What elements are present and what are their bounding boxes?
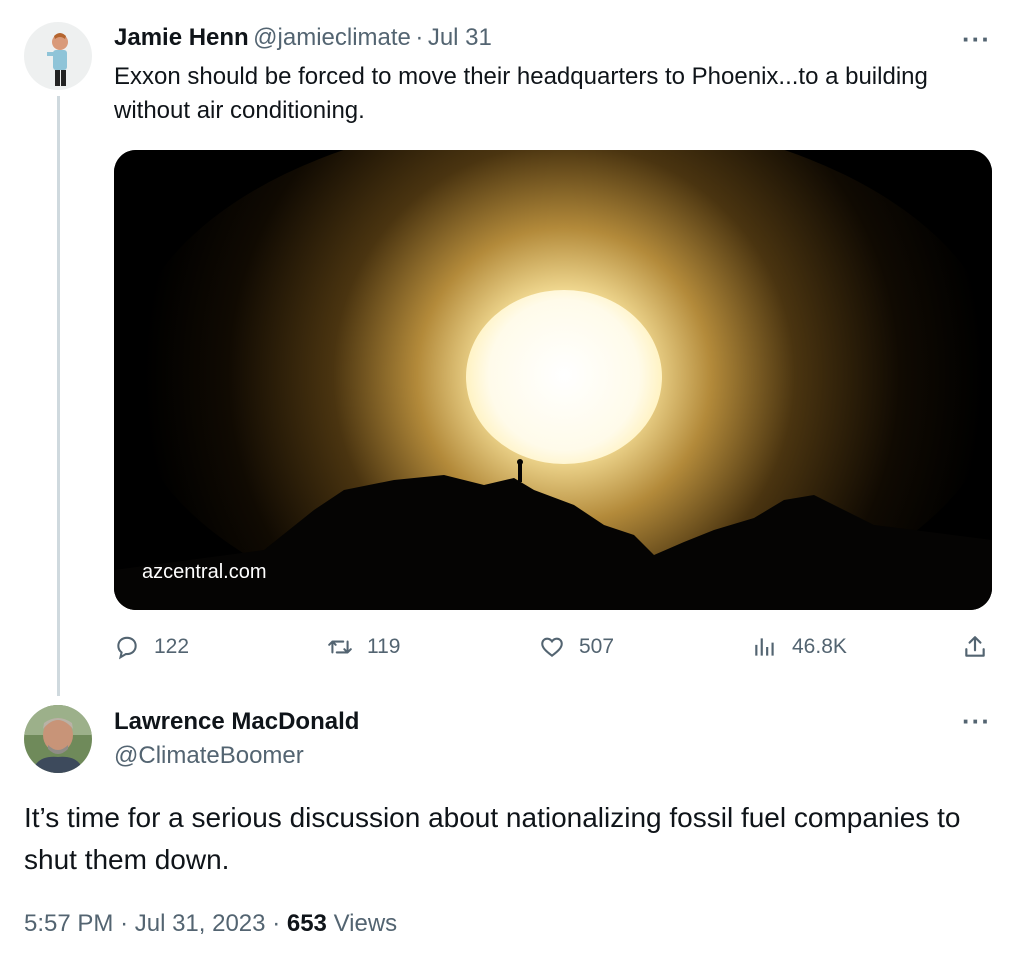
separator: · xyxy=(415,24,424,51)
retweet-count: 119 xyxy=(367,635,401,658)
reply-button[interactable]: 122 xyxy=(114,634,189,660)
tweet-time[interactable]: 5:57 PM xyxy=(24,910,113,937)
views-label: Views xyxy=(333,910,398,937)
reply-author-handle[interactable]: @ClimateBoomer xyxy=(114,742,304,770)
parent-tweet-text: Exxon should be forced to move their hea… xyxy=(114,63,928,124)
reply-count: 122 xyxy=(154,635,190,658)
reply-icon xyxy=(117,636,137,660)
more-options-icon[interactable]: ··· xyxy=(962,24,991,55)
separator: · xyxy=(272,910,281,937)
tweet-media-card[interactable]: azcentral.com xyxy=(114,150,992,610)
views-count: 653 xyxy=(286,910,327,937)
media-source-label[interactable]: azcentral.com xyxy=(142,561,267,584)
share-icon xyxy=(965,636,985,657)
tweet-date[interactable]: Jul 31 xyxy=(428,24,492,51)
sun-image xyxy=(114,150,992,610)
analytics-icon xyxy=(755,638,774,656)
tweet-metadata: 5:57 PM · Jul 31, 2023 · 653 Views xyxy=(24,910,397,938)
heart-icon xyxy=(541,637,563,657)
reply-tweet-text: It’s time for a serious discussion about… xyxy=(24,802,961,875)
retweet-button[interactable]: 119 xyxy=(327,634,400,660)
separator: · xyxy=(120,910,129,937)
avatar-lawrence-macdonald[interactable] xyxy=(24,705,92,773)
author-name[interactable]: Jamie Henn xyxy=(114,24,249,51)
like-button[interactable]: 507 xyxy=(539,634,614,660)
avatar-jamie-henn[interactable] xyxy=(24,22,92,90)
views-count: 46.8K xyxy=(792,635,847,658)
thread-line xyxy=(57,96,60,696)
reply-author-name[interactable]: Lawrence MacDonald xyxy=(114,708,359,736)
author-handle[interactable]: @jamieclimate xyxy=(253,24,411,51)
more-options-icon[interactable]: ··· xyxy=(962,706,991,737)
like-count: 507 xyxy=(579,635,615,658)
tweet-date[interactable]: Jul 31, 2023 xyxy=(135,910,266,937)
views-button[interactable]: 46.8K xyxy=(752,634,847,660)
parent-tweet-header: Jamie Henn @jamieclimate · Jul 31 xyxy=(114,24,492,52)
retweet-icon xyxy=(328,640,352,654)
share-button[interactable] xyxy=(962,634,988,660)
